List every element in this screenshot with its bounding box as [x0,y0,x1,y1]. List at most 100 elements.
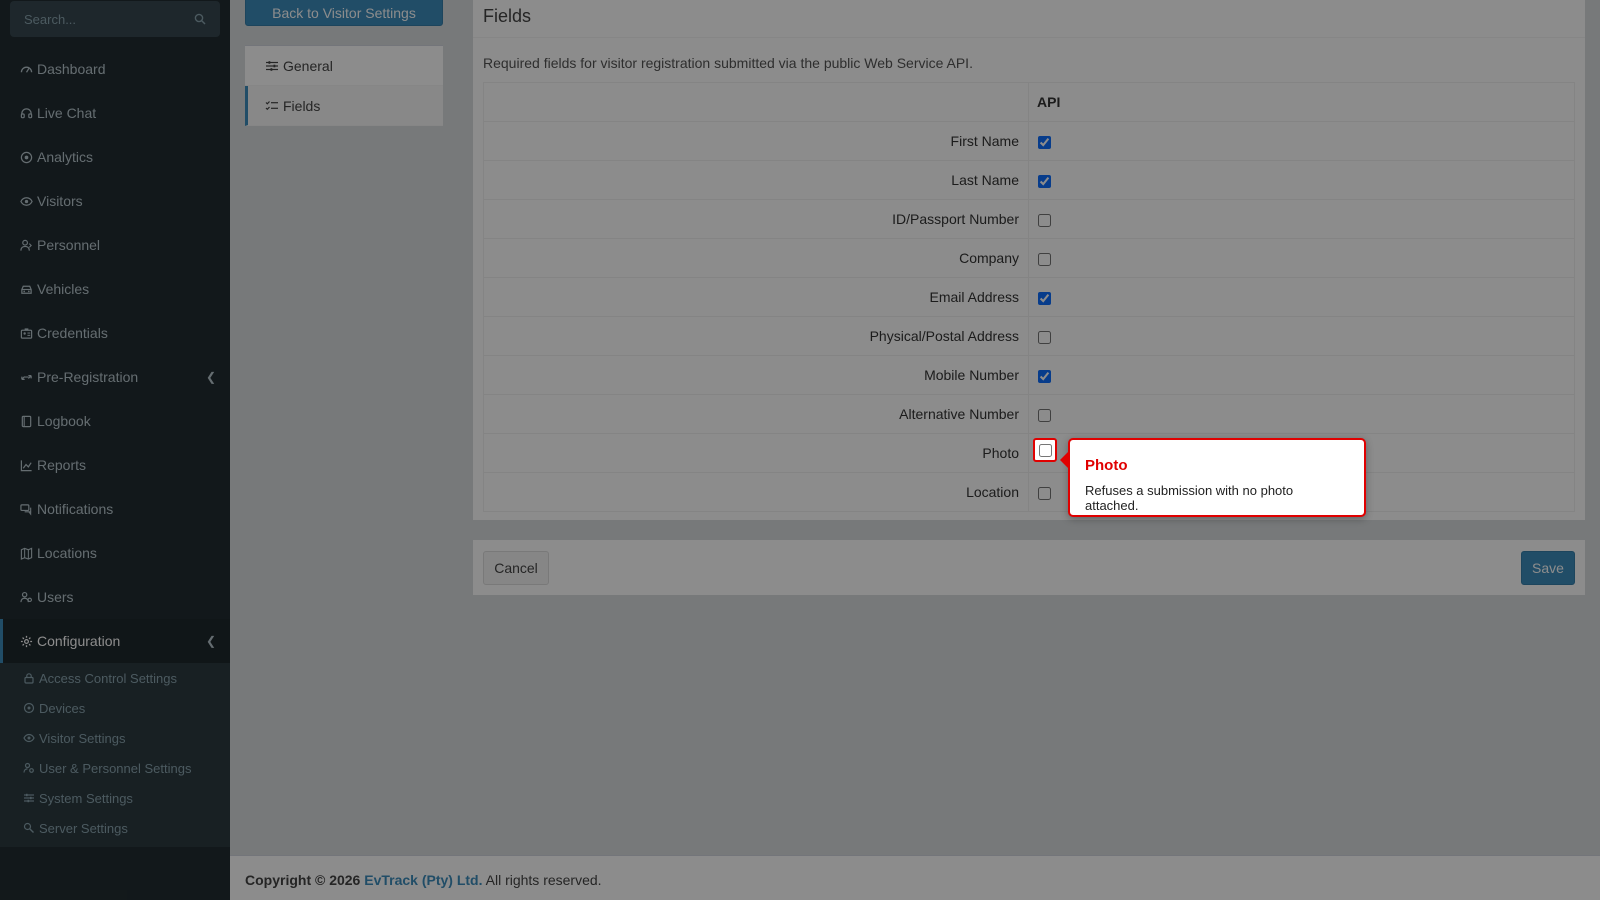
sidebar-item-locations[interactable]: Locations [0,531,230,575]
sidebar: Dashboard Live Chat Analytics Visitors P… [0,0,230,900]
id-card-icon [19,326,33,340]
list-check-icon [265,99,279,113]
sidebar-item-vehicles[interactable]: Vehicles [0,267,230,311]
sidebar-subitem-system-settings[interactable]: System Settings [0,783,230,813]
email-address-checkbox[interactable] [1038,291,1051,305]
mobile-number-checkbox[interactable] [1038,369,1051,383]
photo-checkbox[interactable] [1038,443,1052,457]
tooltip-title: Photo [1085,457,1128,474]
sidebar-item-analytics[interactable]: Analytics [0,135,230,179]
user-gear-icon [22,761,36,775]
car-icon [19,282,33,296]
column-header-field [483,82,1029,122]
users-icon [19,590,33,604]
field-label: Company [483,238,1029,278]
back-to-visitor-settings-button[interactable]: Back to Visitor Settings [245,0,443,26]
configuration-submenu: Access Control Settings Devices Visitor … [0,663,230,847]
sidebar-item-label: Visitors [37,193,83,209]
sidebar-subitem-label: Devices [39,700,86,716]
sidebar-item-label: Pre-Registration [37,369,139,385]
column-header-api: API [1028,82,1575,122]
tab-label: Fields [283,97,321,114]
chart-icon [19,458,33,472]
page-footer: Copyright © 2026 EvTrack (Pty) Ltd. All … [230,855,1600,900]
table-row: First Name [483,121,1575,161]
table-row: Mobile Number [483,355,1575,395]
sidebar-item-label: Notifications [37,501,114,517]
server-icon [22,821,36,835]
sidebar-item-label: Locations [37,545,97,561]
sidebar-item-reports[interactable]: Reports [0,443,230,487]
last-name-checkbox[interactable] [1038,174,1051,188]
field-label: Email Address [483,277,1029,317]
sidebar-subitem-server-settings[interactable]: Server Settings [0,813,230,843]
sidebar-item-label: Reports [37,457,87,473]
table-row: ID/Passport Number [483,199,1575,239]
sliders-icon [22,791,36,805]
panel-description: Required fields for visitor registration… [483,55,973,71]
sidebar-item-label: Logbook [37,413,91,429]
sidebar-item-live-chat[interactable]: Live Chat [0,91,230,135]
sidebar-item-label: Dashboard [37,61,106,77]
sidebar-subitem-user-personnel-settings[interactable]: User & Personnel Settings [0,753,230,783]
sidebar-item-label: Users [37,589,74,605]
sidebar-subitem-label: Access Control Settings [39,670,178,686]
sidebar-subitem-visitor-settings[interactable]: Visitor Settings [0,723,230,753]
sidebar-item-configuration[interactable]: Configuration ❮ [0,619,230,663]
table-row: Email Address [483,277,1575,317]
comments-icon [19,502,33,516]
sidebar-subitem-devices[interactable]: Devices [0,693,230,723]
sidebar-item-personnel[interactable]: Personnel [0,223,230,267]
first-name-checkbox[interactable] [1038,135,1051,149]
sidebar-subitem-label: Visitor Settings [39,730,126,746]
field-label: ID/Passport Number [483,199,1029,239]
alternative-number-checkbox[interactable] [1038,408,1051,422]
lock-icon [22,671,36,685]
sidebar-item-credentials[interactable]: Credentials [0,311,230,355]
tab-general[interactable]: General [245,46,443,86]
sidebar-item-visitors[interactable]: Visitors [0,179,230,223]
chevron-left-icon[interactable]: ❮ [206,634,216,648]
settings-subnav: General Fields [245,45,443,126]
eye-icon [19,194,33,208]
sidebar-item-pre-registration[interactable]: Pre-Registration ❮ [0,355,230,399]
sidebar-item-dashboard[interactable]: Dashboard [0,47,230,91]
photo-checkbox-highlight[interactable] [1033,438,1057,462]
tooltip-text: Refuses a submission with no photo attac… [1085,483,1294,513]
sidebar-nav: Dashboard Live Chat Analytics Visitors P… [0,47,230,847]
rights-text: All rights reserved. [485,872,602,888]
field-label: Location [483,472,1029,512]
search-input[interactable] [10,1,220,37]
user-tie-icon [19,238,33,252]
company-checkbox[interactable] [1038,252,1051,266]
location-checkbox[interactable] [1038,486,1051,500]
sidebar-subitem-label: Server Settings [39,820,128,836]
sidebar-item-notifications[interactable]: Notifications [0,487,230,531]
table-row: Last Name [483,160,1575,200]
sidebar-subitem-access-control-settings[interactable]: Access Control Settings [0,663,230,693]
eye-icon [22,731,36,745]
field-label: Last Name [483,160,1029,200]
map-icon [19,546,33,560]
sidebar-item-users[interactable]: Users [0,575,230,619]
save-button[interactable]: Save [1521,551,1575,585]
physical-postal-address-checkbox[interactable] [1038,330,1051,344]
id-passport-checkbox[interactable] [1038,213,1051,227]
fields-panel: Fields Required fields for visitor regis… [473,0,1585,520]
search-icon[interactable] [194,13,206,25]
company-link[interactable]: EvTrack (Pty) Ltd. [364,872,482,888]
panel-title: Fields [483,6,532,26]
main-content: Back to Visitor Settings General Fields … [230,0,1600,855]
divider [473,37,1585,38]
sidebar-item-label: Configuration [37,633,121,649]
dashboard-icon [19,62,33,76]
table-row: Alternative Number [483,394,1575,434]
chevron-left-icon[interactable]: ❮ [206,370,216,384]
device-icon [22,701,36,715]
sidebar-item-label: Analytics [37,149,94,165]
tab-fields[interactable]: Fields [245,86,443,126]
cancel-button[interactable]: Cancel [483,551,549,585]
sidebar-item-label: Credentials [37,325,108,341]
copyright-text: Copyright © 2026 [245,872,361,888]
sidebar-item-logbook[interactable]: Logbook [0,399,230,443]
